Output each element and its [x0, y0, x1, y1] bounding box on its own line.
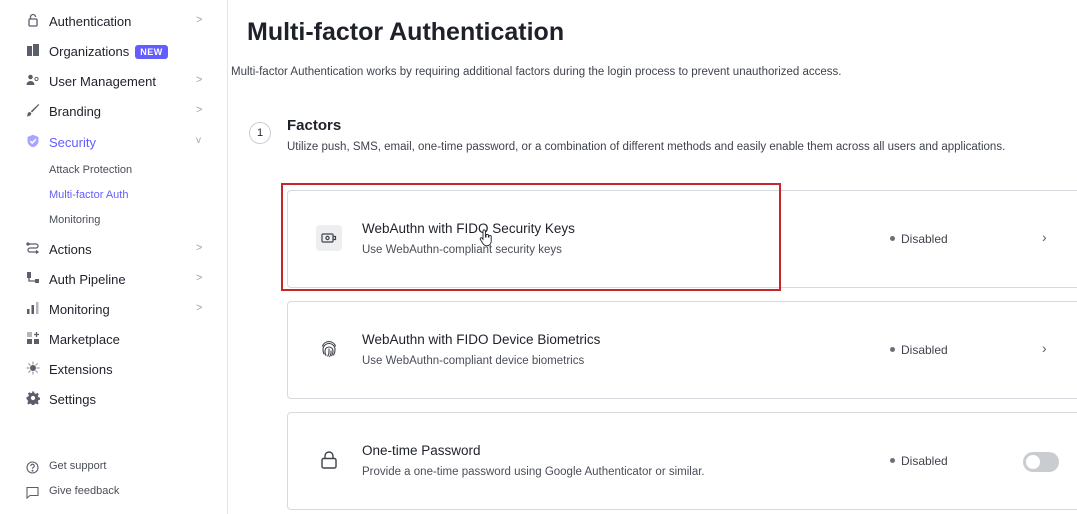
chevron-right-icon: >: [196, 272, 203, 284]
sidebar-item-actions[interactable]: Actions >: [0, 236, 227, 262]
factor-title: One-time Password: [362, 443, 481, 458]
status-badge: Disabled: [890, 232, 948, 246]
section-title: Factors: [287, 117, 342, 134]
shield-check-icon: [26, 134, 40, 148]
marketplace-icon: [26, 331, 40, 345]
chevron-right-icon: >: [196, 302, 203, 314]
sidebar-item-label: Authentication: [49, 13, 132, 29]
sidebar-item-label: Settings: [49, 391, 96, 407]
sidebar-subitem-attack-protection[interactable]: Attack Protection: [49, 164, 132, 176]
factor-card-security-keys[interactable]: WebAuthn with FIDO Security Keys Use Web…: [287, 190, 1077, 288]
gear-icon: [26, 391, 40, 405]
brush-icon: [26, 103, 40, 117]
sidebar-item-label: Extensions: [49, 361, 113, 377]
feedback-icon: [26, 486, 39, 499]
security-key-icon: [316, 225, 342, 251]
sidebar-item-label: Branding: [49, 103, 102, 119]
factor-description: Provide a one-time password using Google…: [362, 466, 705, 478]
get-support-link[interactable]: Get support: [0, 458, 227, 478]
fingerprint-icon: [316, 336, 342, 362]
help-circle-icon: [26, 461, 39, 474]
status-dot: [890, 347, 895, 352]
new-badge: NEW: [135, 44, 168, 59]
give-feedback-label: Give feedback: [49, 485, 120, 497]
sidebar-item-organizations[interactable]: Organizations NEW: [0, 38, 227, 64]
sidebar-item-auth-pipeline[interactable]: Auth Pipeline >: [0, 266, 227, 292]
extensions-icon: [26, 361, 40, 375]
get-support-label: Get support: [49, 460, 107, 472]
building-icon: [26, 43, 40, 57]
sidebar-item-label: Security: [49, 134, 96, 150]
factor-card-one-time-password[interactable]: One-time Password Provide a one-time pas…: [287, 412, 1077, 510]
chevron-right-icon[interactable]: ›: [1042, 229, 1047, 245]
factor-title: WebAuthn with FIDO Security Keys: [362, 221, 575, 236]
otp-toggle[interactable]: [1023, 452, 1059, 472]
bar-chart-icon: [26, 301, 40, 315]
sidebar-item-marketplace[interactable]: Marketplace: [0, 326, 227, 352]
section-description: Utilize push, SMS, email, one-time passw…: [287, 141, 1006, 153]
sidebar-item-label: Organizations: [49, 43, 130, 59]
page-description: Multi-factor Authentication works by req…: [231, 66, 842, 78]
page-title: Multi-factor Authentication: [247, 18, 565, 46]
sidebar-item-settings[interactable]: Settings: [0, 386, 227, 412]
factor-title: WebAuthn with FIDO Device Biometrics: [362, 332, 601, 347]
main-content: Multi-factor Authentication Multi-factor…: [229, 0, 1077, 514]
sidebar-item-label: Marketplace: [49, 331, 120, 347]
sidebar-item-label: Actions: [49, 241, 92, 257]
status-label: Disabled: [901, 232, 948, 246]
sidebar-item-extensions[interactable]: Extensions: [0, 356, 227, 382]
factor-description: Use WebAuthn-compliant security keys: [362, 244, 562, 256]
give-feedback-link[interactable]: Give feedback: [0, 483, 227, 503]
chevron-right-icon[interactable]: ›: [1042, 340, 1047, 356]
sidebar-subitem-monitoring[interactable]: Monitoring: [49, 214, 100, 226]
status-badge: Disabled: [890, 454, 948, 468]
lock-icon: [26, 13, 40, 27]
factor-card-device-biometrics[interactable]: WebAuthn with FIDO Device Biometrics Use…: [287, 301, 1077, 399]
status-dot: [890, 236, 895, 241]
status-label: Disabled: [901, 343, 948, 357]
factor-description: Use WebAuthn-compliant device biometrics: [362, 355, 585, 367]
sidebar-subitem-multi-factor-auth[interactable]: Multi-factor Auth: [49, 189, 128, 201]
toggle-knob: [1026, 455, 1040, 469]
sidebar: Authentication > Organizations NEW User M…: [0, 0, 228, 514]
status-badge: Disabled: [890, 343, 948, 357]
chevron-right-icon: >: [196, 74, 203, 86]
chevron-right-icon: >: [196, 14, 203, 26]
chevron-right-icon: >: [196, 104, 203, 116]
sidebar-item-label: User Management: [49, 73, 156, 89]
step-number: 1: [249, 122, 271, 144]
padlock-icon: [316, 447, 342, 473]
chevron-right-icon: >: [196, 242, 203, 254]
sidebar-item-label: Monitoring: [49, 301, 110, 317]
status-label: Disabled: [901, 454, 948, 468]
sidebar-item-monitoring[interactable]: Monitoring >: [0, 296, 227, 322]
users-icon: [26, 73, 40, 87]
sidebar-item-user-management[interactable]: User Management >: [0, 68, 227, 94]
sidebar-item-security[interactable]: Security v: [0, 129, 227, 155]
pipeline-icon: [26, 271, 40, 285]
status-dot: [890, 458, 895, 463]
sidebar-item-authentication[interactable]: Authentication >: [0, 8, 227, 34]
chevron-down-icon: v: [196, 135, 201, 146]
sidebar-item-branding[interactable]: Branding >: [0, 98, 227, 124]
actions-icon: [26, 241, 40, 255]
sidebar-item-label: Auth Pipeline: [49, 271, 126, 287]
